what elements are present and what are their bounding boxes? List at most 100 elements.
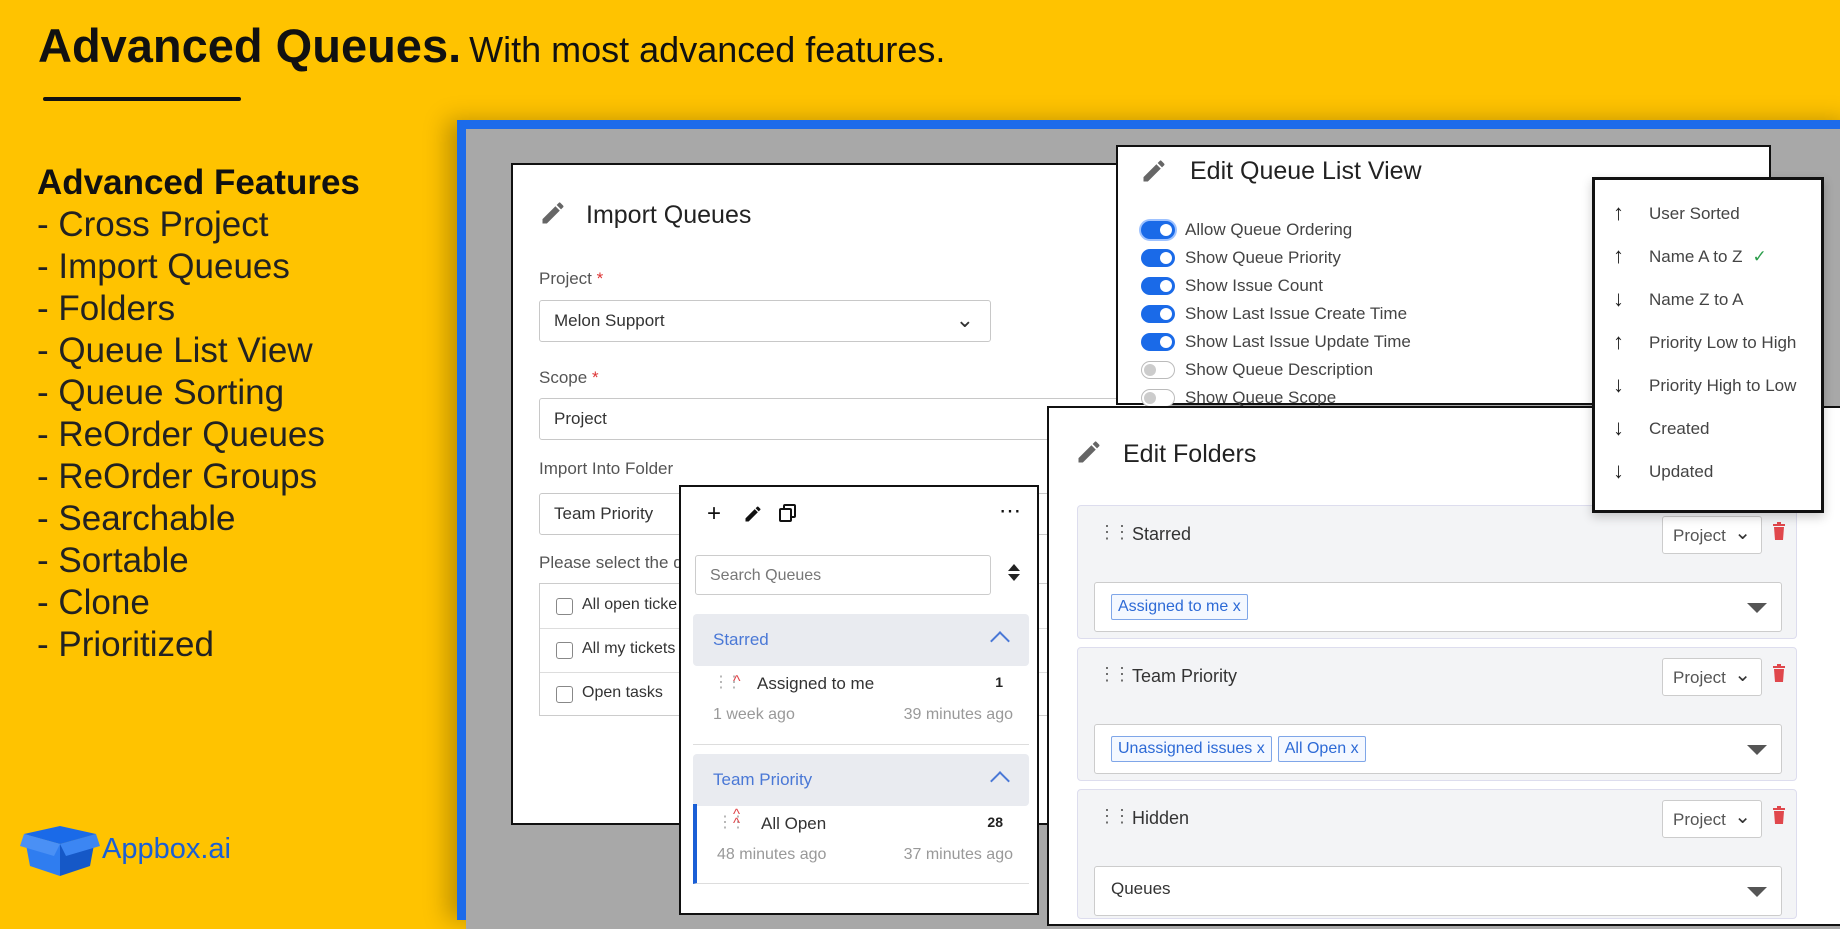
title-bold: Advanced Queues. xyxy=(38,19,462,72)
pencil-icon xyxy=(542,202,564,224)
import-folder-label: Import Into Folder xyxy=(539,459,674,478)
folder-scope-select[interactable]: Project xyxy=(1662,800,1762,838)
feature-item: - ReOrder Queues xyxy=(37,415,325,454)
caret-down-icon[interactable] xyxy=(1747,603,1767,613)
select-queues-text: Please select the q xyxy=(539,553,683,572)
feature-item: - Cross Project xyxy=(37,205,269,244)
priority-high-icon: ^ ^ xyxy=(733,806,741,832)
pencil-icon[interactable] xyxy=(743,504,763,524)
folder-name: Hidden xyxy=(1132,808,1190,828)
feature-list-title: Advanced Features xyxy=(37,163,360,202)
chevron-up-icon[interactable] xyxy=(990,631,1010,651)
sort-option-priority-low-high[interactable]: ↑ Priority Low to High xyxy=(1595,323,1821,363)
toggle-switch[interactable] xyxy=(1141,389,1175,407)
issue-count: 28 xyxy=(987,814,1003,830)
folder-queues-field[interactable]: Unassigned issues x All Open x xyxy=(1094,724,1782,774)
folder-group-starred: ⋮⋮ Starred Project Assigned to me x xyxy=(1077,505,1797,639)
drag-handle-icon[interactable]: ⋮⋮ xyxy=(1098,664,1131,685)
created-time: 1 week ago xyxy=(713,706,795,723)
queue-section-team-priority[interactable]: Team Priority xyxy=(693,754,1029,806)
pencil-icon xyxy=(1143,160,1165,182)
arrow-up-icon: ↑ xyxy=(1613,200,1624,225)
feature-item: - ReOrder Groups xyxy=(37,457,318,496)
clone-icon[interactable] xyxy=(778,503,798,523)
sort-toggle-icon[interactable] xyxy=(1007,564,1021,586)
search-placeholder: Search Queues xyxy=(710,567,822,584)
toggle-switch[interactable] xyxy=(1141,221,1175,239)
caret-down-icon[interactable] xyxy=(1747,887,1767,897)
sort-option-created[interactable]: ↓ Created xyxy=(1595,409,1821,449)
edit-folders-title: Edit Folders xyxy=(1123,440,1257,468)
checkbox[interactable] xyxy=(556,642,573,659)
feature-item: - Clone xyxy=(37,583,150,622)
drag-handle-icon[interactable]: ⋮⋮ xyxy=(1098,522,1131,543)
toggle-switch[interactable] xyxy=(1141,333,1175,351)
page-title: Advanced Queues. With most advanced featu… xyxy=(38,18,945,73)
arrow-down-icon: ↓ xyxy=(1613,372,1624,397)
drag-handle-icon[interactable]: ⋮⋮ xyxy=(1098,806,1131,827)
edit-list-view-title: Edit Queue List View xyxy=(1190,157,1422,185)
queue-tag[interactable]: Unassigned issues x xyxy=(1111,736,1272,762)
feature-list: Advanced Features - Cross Project - Impo… xyxy=(37,162,360,666)
arrow-up-icon: ↑ xyxy=(1613,329,1624,354)
feature-item: - Folders xyxy=(37,289,176,328)
caret-down-icon[interactable] xyxy=(1747,745,1767,755)
title-underline xyxy=(43,97,241,101)
folder-group-team-priority: ⋮⋮ Team Priority Project Unassigned issu… xyxy=(1077,647,1797,781)
folder-scope-select[interactable]: Project xyxy=(1662,658,1762,696)
created-time: 48 minutes ago xyxy=(717,846,827,863)
pencil-icon xyxy=(1078,441,1100,463)
chevron-up-icon[interactable] xyxy=(990,771,1010,791)
toggle-switch[interactable] xyxy=(1141,249,1175,267)
project-select[interactable]: Melon Support ⌄ xyxy=(539,300,991,342)
arrow-up-icon: ↑ xyxy=(1613,243,1624,268)
sort-option-user-sorted[interactable]: ↑ User Sorted xyxy=(1595,194,1821,234)
queue-section-starred[interactable]: Starred xyxy=(693,614,1029,666)
folder-scope-select[interactable]: Project xyxy=(1662,516,1762,554)
logo-text: Appbox.ai xyxy=(102,833,231,865)
queue-tag[interactable]: Assigned to me x xyxy=(1111,594,1248,620)
add-icon[interactable]: + xyxy=(707,500,721,528)
scope-label: Scope * xyxy=(539,368,599,387)
arrow-down-icon: ↓ xyxy=(1613,286,1624,311)
trash-icon[interactable] xyxy=(1772,664,1786,682)
search-queues-input[interactable]: Search Queues xyxy=(695,555,991,595)
priority-up-icon: ^ xyxy=(733,673,741,690)
feature-item: - Import Queues xyxy=(37,247,290,286)
box-logo-icon xyxy=(20,826,100,876)
folder-queues-field[interactable]: Assigned to me x xyxy=(1094,582,1782,632)
sort-option-priority-high-low[interactable]: ↓ Priority High to Low xyxy=(1595,366,1821,406)
feature-item: - Prioritized xyxy=(37,625,214,664)
feature-item: - Searchable xyxy=(37,499,236,538)
feature-item: - Queue List View xyxy=(37,331,313,370)
updated-time: 37 minutes ago xyxy=(903,846,1013,863)
queue-item-all-open[interactable]: ⋮⋮ ^ ^ All Open 28 48 minutes ago 37 minu… xyxy=(693,804,1029,884)
checkbox[interactable] xyxy=(556,686,573,703)
sort-option-updated[interactable]: ↓ Updated xyxy=(1595,452,1821,492)
feature-item: - Sortable xyxy=(37,541,189,580)
sort-menu: ↑ User Sorted ↑ Name A to Z ✓ ↓ Name Z to A … xyxy=(1592,177,1824,513)
queues-placeholder: Queues xyxy=(1111,879,1171,898)
toggle-switch[interactable] xyxy=(1141,277,1175,295)
toggle-switch[interactable] xyxy=(1141,361,1175,379)
title-subtitle: With most advanced features. xyxy=(469,29,946,70)
folder-queues-field[interactable]: Queues xyxy=(1094,866,1782,916)
feature-item: - Queue Sorting xyxy=(37,373,285,412)
import-queues-title: Import Queues xyxy=(586,201,752,229)
sort-option-name-z-a[interactable]: ↓ Name Z to A xyxy=(1595,280,1821,320)
checkmark-icon: ✓ xyxy=(1752,247,1767,266)
arrow-down-icon: ↓ xyxy=(1613,458,1624,483)
issue-count: 1 xyxy=(995,674,1003,690)
trash-icon[interactable] xyxy=(1772,522,1786,540)
checkbox[interactable] xyxy=(556,598,573,615)
sort-option-name-a-z[interactable]: ↑ Name A to Z ✓ xyxy=(1595,237,1821,277)
toggle-switch[interactable] xyxy=(1141,305,1175,323)
project-label: Project * xyxy=(539,269,604,288)
chevron-down-icon: ⌄ xyxy=(955,307,974,332)
trash-icon[interactable] xyxy=(1772,806,1786,824)
folder-name: Team Priority xyxy=(1132,666,1238,686)
queue-tag[interactable]: All Open x xyxy=(1277,736,1366,762)
arrow-down-icon: ↓ xyxy=(1613,415,1624,440)
more-icon[interactable]: ⋯ xyxy=(999,498,1022,524)
queue-item-assigned-to-me[interactable]: ⋮⋮ ^ Assigned to me 1 1 week ago 39 minu… xyxy=(693,664,1029,745)
